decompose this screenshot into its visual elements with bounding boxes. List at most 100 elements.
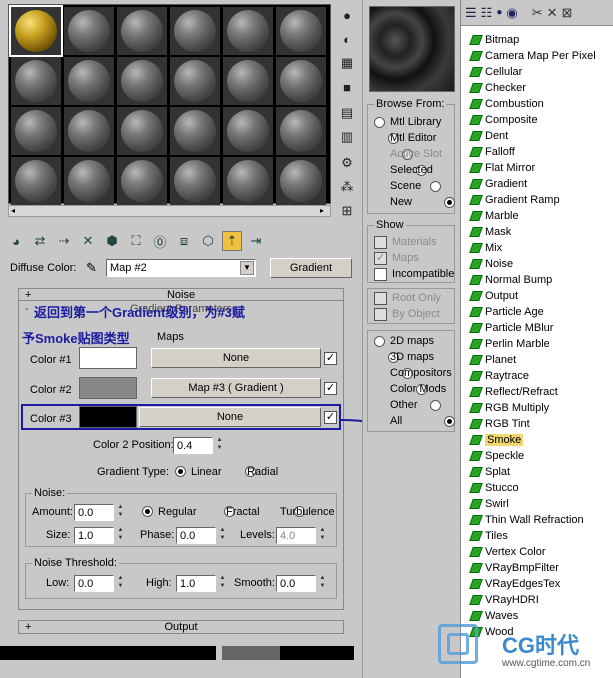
show-map-in-viewport-icon[interactable]: ⧈ — [174, 231, 194, 251]
view-list-icon[interactable]: ☰ — [465, 5, 477, 21]
low-input[interactable]: 0.0 — [74, 575, 114, 592]
material-slot[interactable] — [11, 157, 61, 205]
map-list-item[interactable]: Vertex Color — [469, 544, 546, 560]
smooth-input[interactable]: 0.0 — [276, 575, 316, 592]
material-slot[interactable] — [170, 57, 220, 105]
put-to-library-icon[interactable]: ⛶ — [126, 231, 146, 251]
eyedropper-icon[interactable]: ✎ — [86, 260, 97, 276]
material-slot[interactable] — [117, 157, 167, 205]
map-list-item[interactable]: Normal Bump — [469, 272, 552, 288]
map-list-item[interactable]: VRayEdgesTex — [469, 576, 560, 592]
material-slot[interactable] — [223, 157, 273, 205]
map-list-item[interactable]: Gradient Ramp — [469, 192, 560, 208]
material-slot[interactable] — [9, 5, 63, 57]
make-preview-icon[interactable]: ▥ — [338, 128, 356, 146]
map-list-item[interactable]: Marble — [469, 208, 519, 224]
map-list-item[interactable]: Tiles — [469, 528, 508, 544]
map-list-item[interactable]: Bitmap — [469, 32, 519, 48]
view-list-icons-icon[interactable]: ☷ — [481, 5, 493, 21]
clear-library-icon[interactable]: ⊠ — [562, 5, 573, 21]
map-name-dropdown[interactable]: Map #2 ▼ — [106, 259, 256, 277]
material-slot[interactable] — [64, 157, 114, 205]
low-spinner[interactable]: ▲ ▼ — [116, 575, 125, 591]
high-spinner[interactable]: ▲ ▼ — [218, 575, 227, 591]
update-scene-materials-icon[interactable]: ✂ — [532, 5, 543, 21]
map-list-item[interactable]: Combustion — [469, 96, 544, 112]
material-slot[interactable] — [223, 107, 273, 155]
2d-maps-radio[interactable] — [374, 336, 385, 347]
all-radio[interactable] — [444, 416, 456, 427]
map-list-item[interactable]: Flat Mirror — [469, 160, 535, 176]
color3-map-button[interactable]: None — [139, 407, 321, 427]
color1-swatch[interactable] — [79, 347, 137, 369]
color1-map-button[interactable]: None — [151, 348, 321, 368]
map-list-item[interactable]: Falloff — [469, 144, 515, 160]
color2-map-button[interactable]: Map #3 ( Gradient ) — [151, 378, 321, 398]
scroll-left-icon[interactable]: ◂ — [11, 207, 19, 215]
delete-from-library-icon[interactable]: ✕ — [547, 5, 558, 21]
map-list-item[interactable]: Gradient — [469, 176, 527, 192]
map-list-item[interactable]: Cellular — [469, 64, 522, 80]
map-list-item[interactable]: Mix — [469, 240, 502, 256]
options-icon[interactable]: ⚙ — [338, 154, 356, 172]
color3-swatch[interactable] — [79, 406, 137, 428]
get-material-icon[interactable]: ◕ — [6, 231, 26, 251]
output-rollout-header[interactable]: + Output — [18, 620, 344, 634]
material-slot[interactable] — [276, 7, 326, 55]
map-list-item[interactable]: RGB Multiply — [469, 400, 549, 416]
size-input[interactable]: 1.0 — [74, 527, 114, 544]
make-unique-icon[interactable]: ⬢ — [102, 231, 122, 251]
regular-radio[interactable] — [142, 506, 153, 517]
material-slot[interactable] — [11, 57, 61, 105]
put-to-scene-icon[interactable]: ⇄ — [30, 231, 50, 251]
map-list-item[interactable]: Camera Map Per Pixel — [469, 48, 596, 64]
material-slot[interactable] — [117, 107, 167, 155]
color2-position-input[interactable]: 0.4 — [173, 437, 213, 454]
map-list-item[interactable]: RGB Tint — [469, 416, 530, 432]
material-slot[interactable] — [170, 157, 220, 205]
material-slot[interactable] — [117, 57, 167, 105]
linear-radio[interactable] — [175, 466, 186, 477]
material-slot[interactable] — [64, 57, 114, 105]
map-list-item[interactable]: Stucco — [469, 480, 519, 496]
map-list-item[interactable]: Particle MBlur — [469, 320, 553, 336]
map-list-item[interactable]: Mask — [469, 224, 511, 240]
material-slot[interactable] — [170, 7, 220, 55]
size-spinner[interactable]: ▲ ▼ — [116, 527, 125, 543]
show-end-result-icon[interactable]: ⬡ — [198, 231, 218, 251]
select-by-material-icon[interactable]: ⁂ — [338, 178, 356, 196]
levels-spinner[interactable]: ▲ ▼ — [318, 527, 327, 543]
material-map-navigator-icon[interactable]: ⊞ — [338, 202, 356, 220]
high-input[interactable]: 1.0 — [176, 575, 216, 592]
material-slot[interactable] — [276, 107, 326, 155]
material-slot[interactable] — [276, 57, 326, 105]
other-radio[interactable] — [430, 400, 442, 411]
map-list-item[interactable]: Checker — [469, 80, 526, 96]
color2-swatch[interactable] — [79, 377, 137, 399]
color1-map-checkbox[interactable]: ✓ — [324, 352, 337, 365]
map-type-button[interactable]: Gradient — [270, 258, 352, 278]
video-color-check-icon[interactable]: ▤ — [338, 104, 356, 122]
incompatible-checkbox[interactable] — [374, 268, 387, 281]
go-forward-to-sibling-icon[interactable]: ⇥ — [246, 231, 266, 251]
view-small-icons-icon[interactable]: ● — [496, 7, 502, 18]
amount-spinner[interactable]: ▲ ▼ — [116, 504, 125, 520]
go-to-parent-icon[interactable]: ⇡ — [222, 231, 242, 251]
sample-uv-tiling-icon[interactable]: ■ — [338, 78, 356, 96]
smooth-spinner[interactable]: ▲ ▼ — [318, 575, 327, 591]
levels-input[interactable]: 4.0 — [276, 527, 316, 544]
assign-to-selection-icon[interactable]: ⇢ — [54, 231, 74, 251]
map-list-item[interactable]: Noise — [469, 256, 513, 272]
map-list-item[interactable]: Particle Age — [469, 304, 544, 320]
map-list-item[interactable]: Swirl — [469, 496, 509, 512]
map-list-item[interactable]: VRayHDRI — [469, 592, 539, 608]
chevron-down-icon[interactable]: ▼ — [240, 261, 254, 275]
material-slot[interactable] — [64, 107, 114, 155]
color2-position-spinner[interactable]: ▲ ▼ — [215, 437, 224, 453]
mtl-library-radio[interactable] — [374, 117, 385, 128]
map-list-item[interactable]: Perlin Marble — [469, 336, 550, 352]
amount-input[interactable]: 0.0 — [74, 504, 114, 521]
material-effects-channel-icon[interactable]: ⓪ — [150, 231, 170, 251]
map-list-item[interactable]: Smoke — [469, 432, 524, 448]
map-list-item[interactable]: Splat — [469, 464, 510, 480]
